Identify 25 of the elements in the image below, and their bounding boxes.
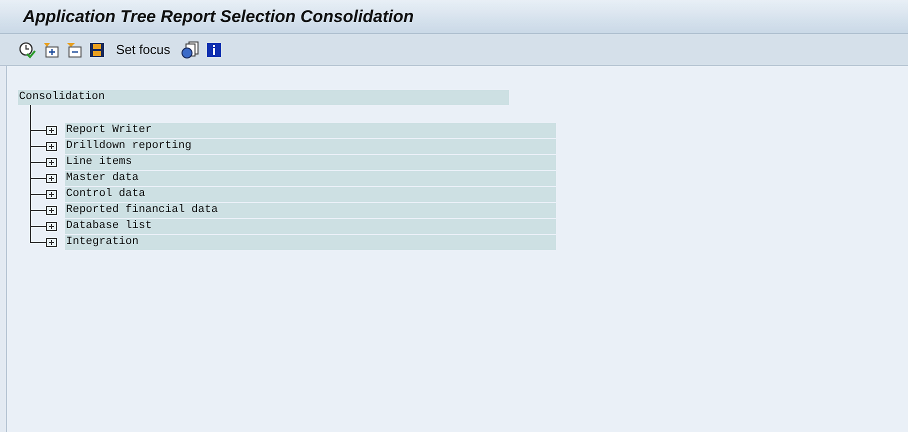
tree-node[interactable]: Control data	[65, 186, 556, 202]
tree-node[interactable]: Integration	[65, 234, 556, 250]
tree-node[interactable]: Master data	[65, 170, 556, 186]
expand-node-icon[interactable]	[46, 174, 57, 182]
expand-node-icon[interactable]	[46, 190, 57, 198]
save-icon[interactable]	[89, 42, 105, 58]
clock-check-icon[interactable]	[18, 40, 36, 58]
tree-node[interactable]: Line items	[65, 154, 556, 170]
collapse-icon[interactable]	[66, 42, 82, 58]
documents-icon[interactable]	[181, 40, 200, 58]
expand-node-icon[interactable]	[46, 142, 57, 150]
expand-node-icon[interactable]	[46, 158, 57, 166]
expand-icon[interactable]	[43, 42, 59, 58]
expand-node-icon[interactable]	[46, 222, 57, 230]
window-title: Application Tree Report Selection Consolidation	[23, 6, 414, 28]
tree-node[interactable]: Drilldown reporting	[65, 138, 556, 154]
tree-node[interactable]: Report Writer	[65, 122, 556, 138]
tree-node[interactable]: Database list	[65, 218, 556, 234]
expand-node-icon[interactable]	[46, 238, 57, 246]
tree-node[interactable]: Consolidation	[18, 90, 509, 105]
tree-node[interactable]: Reported financial data	[65, 202, 556, 218]
info-icon[interactable]	[206, 42, 222, 58]
expand-node-icon[interactable]	[46, 206, 57, 214]
set-focus-button[interactable]: Set focus	[112, 40, 174, 60]
expand-node-icon[interactable]	[46, 126, 57, 134]
